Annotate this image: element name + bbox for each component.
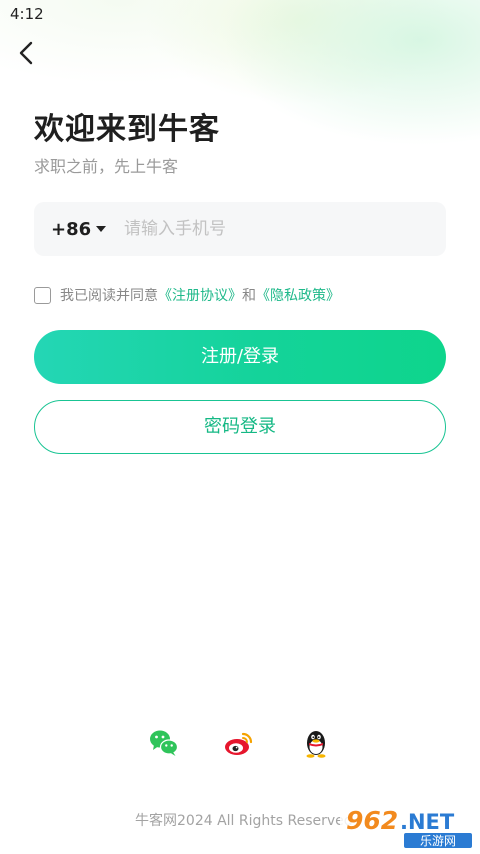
status-bar: 4:12 bbox=[0, 0, 480, 28]
privacy-link[interactable]: 《隐私政策》 bbox=[256, 285, 340, 305]
page-subtitle: 求职之前，先上牛客 bbox=[34, 157, 179, 176]
svg-text:乐游网: 乐游网 bbox=[420, 834, 456, 848]
country-code-selector[interactable]: +86 bbox=[51, 219, 91, 240]
phone-input[interactable] bbox=[124, 211, 424, 247]
agreement-prefix: 我已阅读并同意 bbox=[60, 288, 158, 304]
caret-down-icon[interactable] bbox=[95, 224, 107, 234]
copyright-footer: 牛客网2024 All Rights Reserved bbox=[135, 813, 353, 829]
weibo-icon bbox=[225, 732, 253, 755]
status-time: 4:12 bbox=[10, 5, 44, 23]
agreement-row: 我已阅读并同意 《注册协议》 和 《隐私政策》 bbox=[34, 285, 340, 305]
svg-text:.NET: .NET bbox=[400, 810, 455, 834]
register-login-button[interactable]: 注册/登录 bbox=[34, 330, 446, 384]
watermark-logo: 962 .NET 乐游网 bbox=[340, 802, 476, 850]
terms-link[interactable]: 《注册协议》 bbox=[158, 285, 242, 305]
back-button[interactable] bbox=[12, 38, 42, 68]
qq-icon bbox=[306, 731, 326, 758]
wechat-icon bbox=[150, 730, 179, 756]
social-login-row bbox=[0, 726, 480, 762]
page-title: 欢迎来到牛客 bbox=[34, 112, 220, 147]
agreement-checkbox[interactable] bbox=[34, 286, 51, 304]
chevron-left-icon bbox=[19, 41, 33, 65]
password-login-button[interactable]: 密码登录 bbox=[34, 400, 446, 454]
svg-text:962: 962 bbox=[346, 806, 398, 835]
agreement-conjunction: 和 bbox=[242, 288, 256, 304]
phone-field-box: +86 bbox=[34, 202, 446, 256]
weibo-login-button[interactable] bbox=[222, 726, 256, 760]
wechat-login-button[interactable] bbox=[147, 726, 181, 760]
qq-login-button[interactable] bbox=[299, 726, 333, 760]
